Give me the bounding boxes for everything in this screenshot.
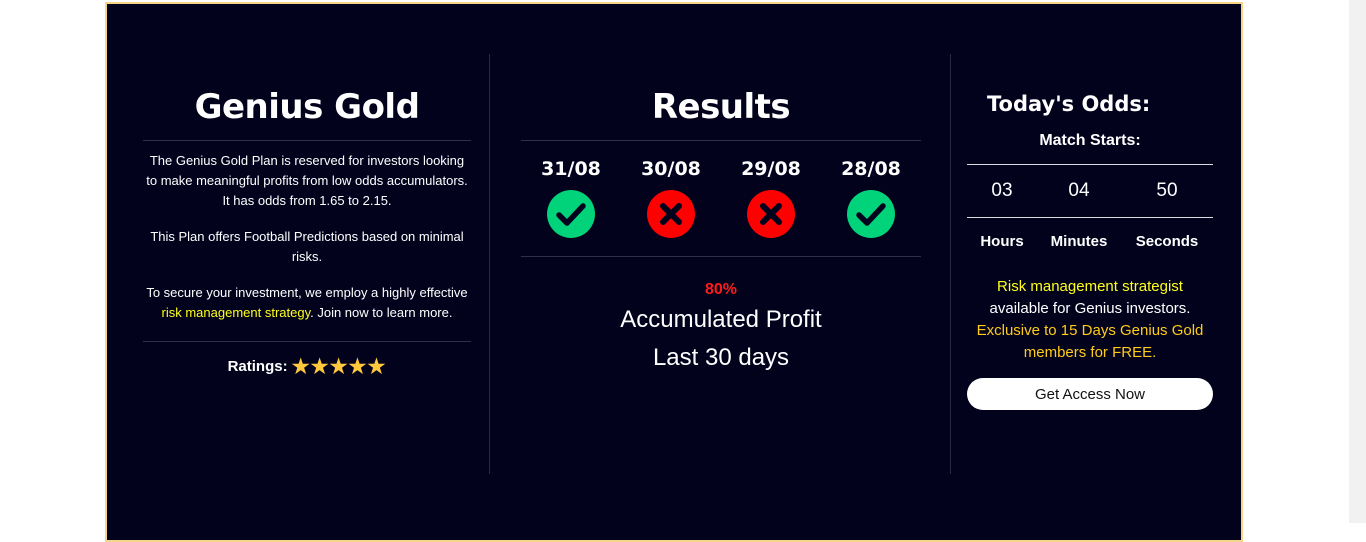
minutes-label: Minutes — [1050, 232, 1108, 250]
ratings: Ratings: ★★★★★ — [143, 342, 471, 379]
result-item: 30/08 — [626, 157, 716, 256]
profit-period: Last 30 days — [652, 344, 790, 371]
promo-line: Risk management strategist — [997, 278, 1183, 295]
result-date: 31/08 — [541, 158, 601, 180]
cross-icon — [747, 190, 795, 238]
odds-title: Today's Odds: — [987, 92, 1151, 116]
profit-label: Accumulated Profit — [620, 306, 822, 333]
rating-stars: ★★★★★ — [291, 356, 387, 378]
result-item: 28/08 — [826, 157, 916, 256]
plan-paragraph-3: To secure your investment, we employ a h… — [143, 283, 471, 323]
column-divider — [489, 54, 490, 474]
plan-paragraph-2: This Plan offers Football Predictions ba… — [150, 229, 464, 264]
plan-column: Genius Gold The Genius Gold Plan is rese… — [143, 54, 471, 474]
pricing-panel: Genius Gold The Genius Gold Plan is rese… — [105, 2, 1243, 542]
odds-column: Today's Odds: Match Starts: 03 04 50 Hou… — [967, 54, 1213, 474]
star-icon: ★ — [348, 356, 368, 378]
plan-description: The Genius Gold Plan is reserved for inv… — [143, 141, 471, 341]
results-column: Results 31/08 30/08 29/08 28/08 80% Accu… — [521, 54, 921, 474]
risk-management-link[interactable]: risk management strategy — [162, 305, 311, 320]
ratings-label: Ratings: — [227, 358, 288, 375]
cross-icon — [647, 190, 695, 238]
check-icon — [847, 190, 895, 238]
countdown-labels: Hours Minutes Seconds — [967, 218, 1213, 264]
hours-label: Hours — [980, 232, 1024, 250]
star-icon: ★ — [291, 356, 311, 378]
profit-percentage: 80% — [704, 281, 738, 298]
match-starts-label: Match Starts: — [1039, 132, 1141, 149]
result-date: 30/08 — [641, 158, 701, 180]
countdown-hours: 03 — [991, 180, 1013, 201]
results-list: 31/08 30/08 29/08 28/08 — [521, 141, 921, 256]
promo-line: available for Genius investors. — [989, 300, 1191, 317]
check-icon — [547, 190, 595, 238]
column-divider — [950, 54, 951, 474]
result-item: 29/08 — [726, 157, 816, 256]
star-icon: ★ — [329, 356, 349, 378]
seconds-label: Seconds — [1135, 232, 1199, 250]
plan-paragraph-1: The Genius Gold Plan is reserved for inv… — [146, 153, 468, 208]
results-title: Results — [651, 87, 791, 127]
get-access-button[interactable]: Get Access Now — [967, 378, 1213, 410]
countdown-minutes: 04 — [1068, 180, 1090, 201]
result-item: 31/08 — [526, 157, 616, 256]
promo-text: Risk management strategist available for… — [967, 264, 1213, 364]
promo-line: Exclusive to 15 Days Genius Gold members… — [976, 322, 1204, 361]
star-icon: ★ — [310, 356, 330, 378]
result-date: 29/08 — [741, 158, 801, 180]
page-scrollbar[interactable] — [1349, 0, 1366, 523]
paragraph-text: To secure your investment, we employ a h… — [146, 285, 468, 300]
star-icon: ★ — [367, 356, 387, 378]
countdown-seconds: 50 — [1156, 180, 1178, 201]
paragraph-text: . Join now to learn more. — [310, 305, 453, 320]
plan-title: Genius Gold — [194, 87, 420, 127]
profit-summary: 80% Accumulated Profit Last 30 days — [521, 257, 921, 377]
countdown-timer: 03 04 50 — [967, 164, 1213, 218]
result-date: 28/08 — [841, 158, 901, 180]
